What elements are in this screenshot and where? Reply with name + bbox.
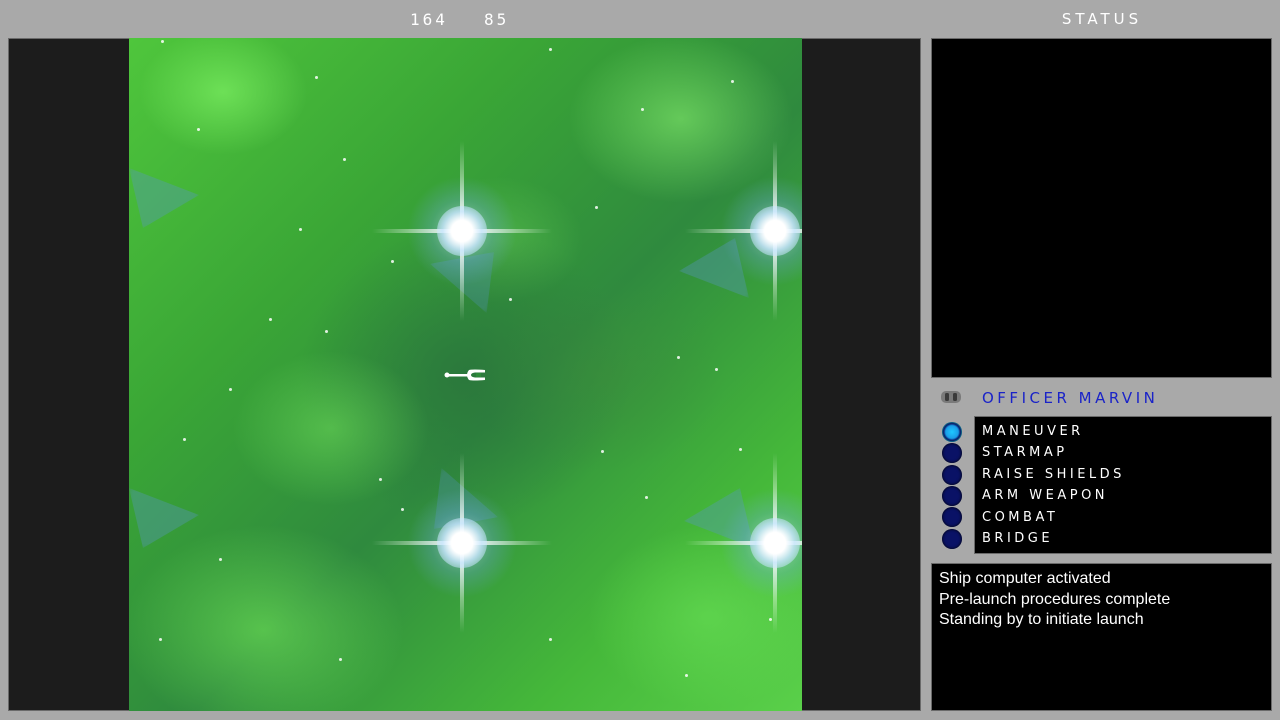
star-dust — [731, 80, 734, 83]
command-indicator-combat[interactable] — [942, 507, 962, 527]
command-raise-shields[interactable]: RAISE SHIELDS — [982, 465, 1125, 485]
star-dust — [315, 76, 318, 79]
officer-name: OFFICER MARVIN — [982, 389, 1159, 407]
star-dust — [161, 40, 164, 43]
officer-header: OFFICER MARVIN — [938, 386, 1272, 410]
star-dust — [269, 318, 272, 321]
star-dust — [645, 496, 648, 499]
star-dust — [401, 508, 404, 511]
star-dust — [219, 558, 222, 561]
star-dust — [183, 438, 186, 441]
command-indicator-starmap[interactable] — [942, 443, 962, 463]
nebula-shard — [129, 168, 199, 228]
command-indicator-arm-weapon[interactable] — [942, 486, 962, 506]
player-ship-icon[interactable] — [443, 365, 489, 385]
star-dust — [197, 128, 200, 131]
star-dust — [685, 674, 688, 677]
command-menu: MANEUVER STARMAP RAISE SHIELDS ARM WEAPO… — [974, 416, 1272, 554]
command-arm-weapon[interactable]: ARM WEAPON — [982, 486, 1108, 506]
coord-x: 164 — [410, 10, 448, 29]
status-title: STATUS — [1061, 10, 1143, 28]
nebula-shard — [129, 488, 199, 548]
star-dust — [641, 108, 644, 111]
star-dust — [379, 478, 382, 481]
star-dust — [509, 298, 512, 301]
star-dust — [769, 618, 772, 621]
status-screen — [931, 38, 1272, 378]
message-log: Ship computer activated Pre-launch proce… — [931, 563, 1272, 711]
star-dust — [601, 450, 604, 453]
command-indicator-maneuver[interactable] — [942, 422, 962, 442]
star-dust — [325, 330, 328, 333]
star-dust — [299, 228, 302, 231]
log-line: Ship computer activated — [939, 570, 1111, 587]
star-dust — [739, 448, 742, 451]
star-dust — [339, 658, 342, 661]
command-maneuver[interactable]: MANEUVER — [982, 422, 1084, 442]
star-dust — [595, 206, 598, 209]
star-flare — [372, 141, 552, 321]
star-flare — [372, 453, 552, 633]
star-dust — [391, 260, 394, 263]
command-starmap[interactable]: STARMAP — [982, 443, 1068, 463]
coordinate-readout: 164 85 — [360, 6, 560, 32]
star-dust — [549, 48, 552, 51]
command-bridge[interactable]: BRIDGE — [982, 529, 1053, 549]
command-indicator-bridge[interactable] — [942, 529, 962, 549]
command-indicator-raise-shields[interactable] — [942, 465, 962, 485]
space-viewport[interactable] — [129, 38, 802, 711]
officer-badge-icon — [941, 391, 961, 403]
coord-y: 85 — [484, 10, 510, 29]
star-dust — [159, 638, 162, 641]
star-dust — [549, 638, 552, 641]
star-flare — [685, 141, 802, 321]
star-dust — [715, 368, 718, 371]
star-dust — [229, 388, 232, 391]
star-dust — [677, 356, 680, 359]
command-combat[interactable]: COMBAT — [982, 508, 1058, 528]
log-line: Standing by to initiate launch — [939, 611, 1144, 628]
star-flare — [685, 453, 802, 633]
log-line: Pre-launch procedures complete — [939, 590, 1171, 608]
star-dust — [343, 158, 346, 161]
